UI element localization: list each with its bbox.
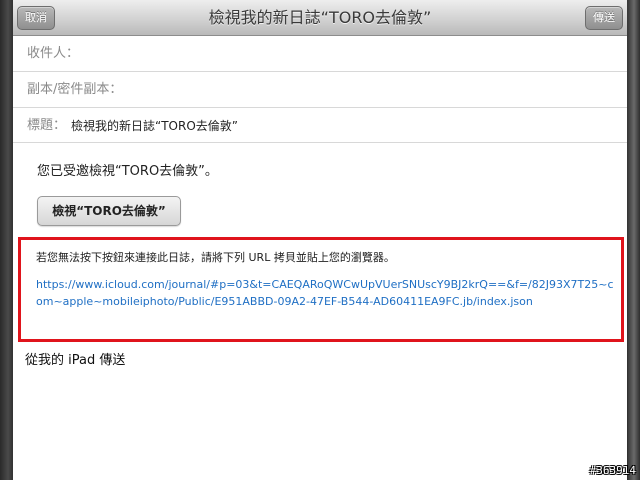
to-label: 收件人： [27, 46, 80, 61]
cancel-button[interactable]: 取消 [17, 6, 55, 30]
compose-sheet: 取消 檢視我的新日誌“TORO去倫敦” 傳送 收件人： 副本/密件副本： 標題：… [13, 0, 627, 480]
cc-bcc-label: 副本/密件副本： [27, 82, 123, 97]
invite-text: 您已受邀檢視“TORO去倫敦”。 [37, 164, 218, 179]
navigation-bar: 取消 檢視我的新日誌“TORO去倫敦” 傳送 [13, 0, 627, 36]
subject-label: 標題： [27, 118, 67, 133]
journal-url-link[interactable]: https://www.icloud.com/journal/#p=03&t=C… [36, 276, 616, 310]
compose-title: 檢視我的新日誌“TORO去倫敦” [208, 8, 432, 27]
view-journal-button[interactable]: 檢視“TORO去倫敦” [37, 196, 181, 226]
subject-field[interactable]: 標題： 檢視我的新日誌“TORO去倫敦” [13, 108, 627, 143]
message-body[interactable]: 您已受邀檢視“TORO去倫敦”。 檢視“TORO去倫敦” 若您無法按下按鈕來連接… [13, 144, 627, 480]
fallback-instructions: 若您無法按下按鈕來連接此日誌，請將下列 URL 拷貝並貼上您的瀏覽器。 [36, 251, 395, 264]
cc-bcc-field[interactable]: 副本/密件副本： [13, 72, 627, 108]
highlight-annotation-box: 若您無法按下按鈕來連接此日誌，請將下列 URL 拷貝並貼上您的瀏覽器。 http… [18, 237, 624, 342]
image-watermark: #363914 [589, 464, 636, 477]
send-button[interactable]: 傳送 [585, 6, 623, 30]
subject-value[interactable]: 檢視我的新日誌“TORO去倫敦” [71, 108, 238, 144]
email-signature: 從我的 iPad 傳送 [25, 353, 126, 368]
to-field[interactable]: 收件人： [13, 36, 627, 72]
